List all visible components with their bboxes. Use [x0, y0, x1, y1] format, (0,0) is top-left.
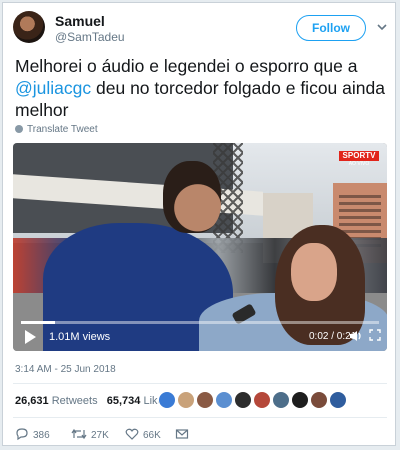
- tweet-timestamp[interactable]: 3:14 AM - 25 Jun 2018: [15, 364, 116, 375]
- retweet-label: Retweets: [51, 395, 98, 407]
- retweet-stat[interactable]: 26,631 Retweets: [15, 395, 98, 407]
- video-progress-fill: [21, 321, 55, 324]
- liker-avatar[interactable]: [215, 391, 233, 409]
- volume-icon[interactable]: [349, 329, 363, 343]
- tweet-stats: 26,631 Retweets 65,734 Likes: [15, 395, 169, 407]
- reply-button[interactable]: 386: [15, 427, 50, 441]
- liker-avatar[interactable]: [253, 391, 271, 409]
- liker-avatar[interactable]: [272, 391, 290, 409]
- translate-label: Translate Tweet: [27, 124, 98, 135]
- mention-link[interactable]: @juliacgc: [15, 78, 91, 98]
- video-progress-bar[interactable]: [21, 321, 379, 324]
- retweet-action-count: 27K: [91, 430, 109, 441]
- liker-avatar[interactable]: [291, 391, 309, 409]
- liker-avatar[interactable]: [196, 391, 214, 409]
- liker-avatar[interactable]: [234, 391, 252, 409]
- like-action-count: 66K: [143, 430, 161, 441]
- channel-logo-text: SPORTV: [339, 151, 379, 161]
- user-name[interactable]: Samuel: [55, 13, 105, 29]
- divider: [13, 383, 387, 384]
- liker-avatar[interactable]: [177, 391, 195, 409]
- channel-live-text: AO VIVO: [348, 161, 370, 167]
- translate-tweet-link[interactable]: Translate Tweet: [15, 124, 98, 135]
- globe-icon: [15, 125, 23, 133]
- tweet-text: Melhorei o áudio e legendei o esporro qu…: [15, 55, 390, 121]
- reply-icon: [16, 428, 28, 441]
- video-frame-woman-face: [291, 243, 337, 301]
- channel-logo: SPORTV AO VIVO: [339, 151, 379, 169]
- message-icon: [175, 429, 189, 439]
- liker-avatar[interactable]: [329, 391, 347, 409]
- message-button[interactable]: [175, 427, 193, 441]
- tweet-text-start: Melhorei o áudio e legendei o esporro qu…: [15, 56, 358, 76]
- reply-count: 386: [33, 430, 50, 441]
- user-handle[interactable]: @SamTadeu: [55, 30, 125, 44]
- play-icon[interactable]: [25, 330, 36, 344]
- liker-avatar[interactable]: [310, 391, 328, 409]
- retweet-icon: [71, 428, 87, 440]
- tweet-card: Samuel @SamTadeu Follow Melhorei o áudio…: [2, 2, 396, 446]
- liker-avatar[interactable]: [158, 391, 176, 409]
- video-player[interactable]: SPORTV AO VIVO 1.01M views 0:02 / 0:21: [13, 143, 387, 351]
- retweet-button[interactable]: 27K: [71, 427, 109, 441]
- follow-button[interactable]: Follow: [296, 15, 366, 41]
- like-count: 65,734: [106, 395, 141, 407]
- like-icon: [125, 428, 139, 440]
- avatar[interactable]: [13, 11, 45, 43]
- expand-icon[interactable]: [369, 329, 381, 341]
- view-count: 1.01M views: [49, 331, 111, 343]
- retweet-count: 26,631: [15, 395, 49, 407]
- divider: [13, 417, 387, 418]
- like-button[interactable]: 66K: [125, 427, 161, 441]
- video-frame-man-head: [163, 161, 221, 233]
- chevron-down-icon[interactable]: [375, 20, 389, 34]
